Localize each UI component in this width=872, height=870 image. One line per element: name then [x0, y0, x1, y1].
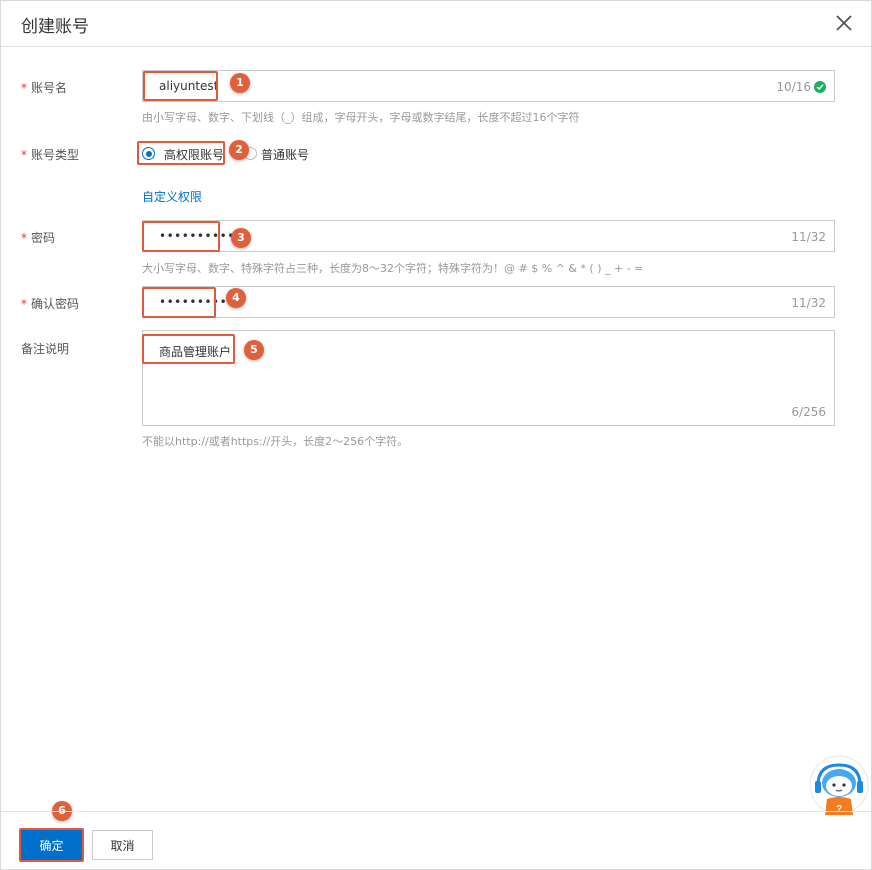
step-marker-1: 1 — [230, 73, 250, 93]
required-mark: * — [21, 231, 27, 245]
custom-permission-link[interactable]: 自定义权限 — [142, 188, 202, 205]
step-marker-4: 4 — [226, 288, 246, 308]
password-hint: 大小写字母、数字、特殊字符占三种，长度为8～32个字符；特殊字符为！@ # $ … — [142, 262, 644, 275]
confirm-password-label: * 确认密码 — [21, 297, 80, 311]
cancel-button[interactable]: 取消 — [92, 830, 153, 860]
account-name-label: * 账号名 — [21, 81, 68, 95]
required-mark: * — [21, 297, 27, 311]
required-mark: * — [21, 148, 27, 162]
radio-normal-label[interactable]: 普通账号 — [261, 146, 309, 163]
check-circle-icon — [814, 81, 826, 93]
confirm-password-input[interactable]: ••••••••••• 11/32 — [142, 286, 835, 318]
step-marker-2: 2 — [229, 140, 249, 160]
account-name-value: aliyuntest — [159, 79, 219, 93]
required-mark: * — [21, 81, 27, 95]
account-name-hint: 由小写字母、数字、下划线（_）组成，字母开头，字母或数字结尾，长度不超过16个字… — [142, 111, 580, 124]
radio-high-privilege[interactable] — [142, 147, 155, 160]
confirm-password-counter: 11/32 — [791, 296, 826, 310]
password-value: ••••••••••• — [159, 229, 243, 243]
remark-value: 商品管理账户 — [159, 345, 232, 359]
remark-hint: 不能以http://或者https://开头，长度2～256个字符。 — [142, 435, 409, 448]
close-icon[interactable] — [835, 14, 853, 32]
remark-counter: 6/256 — [791, 405, 826, 419]
step-marker-3: 3 — [231, 228, 251, 248]
dialog-title: 创建账号 — [21, 17, 89, 37]
step-marker-5: 5 — [244, 340, 264, 360]
remark-label: 备注说明 — [21, 342, 70, 356]
assistant-icon[interactable]: ? — [809, 755, 869, 817]
password-counter: 11/32 — [791, 230, 826, 244]
account-type-label: * 账号类型 — [21, 148, 80, 162]
dialog-header: 创建账号 — [1, 1, 871, 47]
radio-high-privilege-label[interactable]: 高权限账号 — [164, 146, 224, 163]
account-name-counter: 10/16 — [776, 80, 826, 94]
password-label: * 密码 — [21, 231, 56, 245]
confirm-button[interactable]: 确定 — [21, 830, 82, 860]
create-account-dialog: 创建账号 * 账号名 aliyuntest 10/16 由小写字母、数字、下划线（… — [0, 0, 872, 870]
